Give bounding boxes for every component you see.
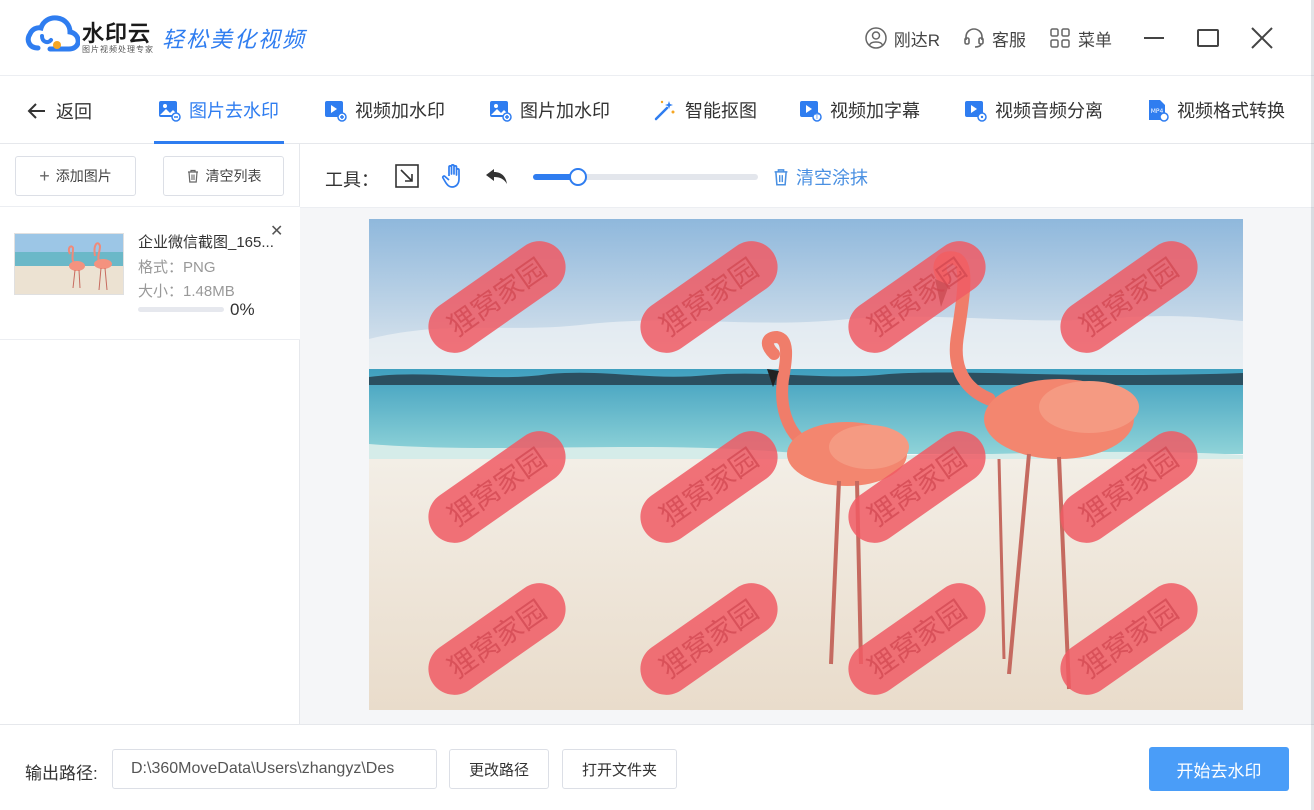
user-icon bbox=[864, 27, 887, 49]
editing-canvas[interactable]: 狸窝家园 狸窝家园 狸窝家园 狸窝家园 狸窝家园 狸窝家园 狸窝家园 狸窝家园 狸窝家园 狸窝家园… bbox=[300, 208, 1314, 724]
trash-icon bbox=[187, 169, 198, 183]
close-button[interactable] bbox=[1250, 26, 1274, 50]
progress-percent: 0% bbox=[230, 300, 255, 319]
clear-paint-button[interactable]: 清空涂抹 bbox=[772, 164, 868, 190]
brand-subtitle: 图片视频处理专家 bbox=[82, 45, 154, 54]
change-path-label: 更改路径 bbox=[468, 761, 529, 779]
app-window: 水印云 图片视频处理专家 轻松美化视频 刚达R 客服 菜单 返回 图片去水印 视… bbox=[0, 0, 1314, 810]
back-button[interactable]: 返回 bbox=[26, 98, 92, 124]
tab-image-add-watermark[interactable]: 图片加水印 bbox=[488, 96, 610, 124]
open-folder-button[interactable]: 打开文件夹 bbox=[562, 749, 677, 789]
video-audio-icon bbox=[965, 101, 987, 122]
arrow-left-icon bbox=[27, 103, 45, 119]
clear-list-label: 清空列表 bbox=[205, 168, 262, 184]
back-label: 返回 bbox=[56, 102, 92, 122]
title-bar-actions: 刚达R 客服 菜单 bbox=[842, 22, 1274, 54]
grid-menu-icon bbox=[1050, 28, 1070, 48]
clear-list-button[interactable]: 清空列表 bbox=[163, 156, 284, 196]
svg-text:T: T bbox=[814, 114, 819, 121]
open-folder-label: 打开文件夹 bbox=[581, 761, 657, 779]
add-image-button[interactable]: + 添加图片 bbox=[15, 156, 136, 196]
tab-label: 智能抠图 bbox=[685, 101, 757, 121]
start-remove-watermark-button[interactable]: 开始去水印 bbox=[1149, 747, 1289, 791]
cloud-logo-icon bbox=[25, 15, 80, 52]
mp4-file-icon: MP4 bbox=[1149, 100, 1169, 122]
output-path-label: 输出路径: bbox=[25, 764, 98, 783]
file-list-panel: + 添加图片 清空列表 ✕ 企业微信截图_165... 格式：PNG 大小：1.… bbox=[0, 144, 300, 724]
tab-label: 视频加水印 bbox=[355, 101, 445, 121]
customer-service[interactable]: 客服 bbox=[962, 26, 1026, 51]
brush-size-slider[interactable] bbox=[533, 168, 758, 186]
progress-bar bbox=[138, 307, 224, 312]
video-subtitle-icon: T bbox=[800, 101, 822, 122]
file-size: 大小：1.48MB bbox=[138, 283, 235, 300]
bottom-bar: 输出路径: D:\360MoveData\Users\zhangyz\Des 更… bbox=[0, 724, 1314, 810]
start-label: 开始去水印 bbox=[1176, 761, 1262, 781]
image-add-icon bbox=[490, 101, 512, 122]
output-path-field[interactable]: D:\360MoveData\Users\zhangyz\Des bbox=[112, 749, 437, 789]
tab-video-add-watermark[interactable]: 视频加水印 bbox=[323, 96, 445, 124]
video-add-icon bbox=[325, 101, 347, 122]
file-name: 企业微信截图_165... bbox=[138, 234, 274, 251]
tab-label: 图片加水印 bbox=[520, 101, 610, 121]
add-image-label: 添加图片 bbox=[55, 168, 112, 184]
tab-label: 图片去水印 bbox=[189, 101, 279, 121]
feature-tabs: 返回 图片去水印 视频加水印 图片加水印 智能抠图 T 视频加字幕 视频音频分离… bbox=[0, 76, 1314, 144]
service-label: 客服 bbox=[992, 30, 1026, 50]
tab-video-format-convert[interactable]: MP4 视频格式转换 bbox=[1145, 96, 1285, 124]
slider-handle[interactable] bbox=[569, 168, 587, 186]
minimize-icon bbox=[1144, 37, 1164, 39]
file-format: 格式：PNG bbox=[138, 259, 216, 276]
slogan: 轻松美化视频 bbox=[162, 28, 307, 53]
headset-icon bbox=[964, 28, 984, 48]
tab-smart-cutout[interactable]: 智能抠图 bbox=[653, 96, 757, 124]
menu-label: 菜单 bbox=[1078, 30, 1112, 50]
hand-drag-icon[interactable] bbox=[440, 162, 466, 190]
undo-icon[interactable] bbox=[484, 162, 510, 190]
trash-icon bbox=[774, 169, 788, 186]
user-account[interactable]: 刚达R bbox=[864, 26, 940, 51]
tab-label: 视频音频分离 bbox=[995, 101, 1103, 121]
tab-label: 视频加字幕 bbox=[830, 101, 920, 121]
preview-image[interactable]: 狸窝家园 狸窝家园 狸窝家园 狸窝家园 狸窝家园 狸窝家园 狸窝家园 狸窝家园 狸窝家园 狸窝家园… bbox=[369, 219, 1243, 710]
maximize-icon bbox=[1197, 29, 1219, 47]
select-region-icon[interactable] bbox=[394, 162, 420, 190]
tab-image-remove-watermark[interactable]: 图片去水印 bbox=[157, 96, 279, 124]
maximize-button[interactable] bbox=[1196, 26, 1220, 50]
tab-video-audio-split[interactable]: 视频音频分离 bbox=[963, 96, 1103, 124]
title-bar: 水印云 图片视频处理专家 轻松美化视频 刚达R 客服 菜单 bbox=[0, 0, 1314, 76]
file-thumbnail bbox=[14, 233, 124, 295]
user-name: 刚达R bbox=[893, 30, 940, 50]
tab-video-subtitle[interactable]: T 视频加字幕 bbox=[798, 96, 920, 124]
magic-wand-icon bbox=[654, 100, 675, 121]
plus-icon: + bbox=[39, 166, 50, 186]
minimize-button[interactable] bbox=[1142, 26, 1166, 50]
tool-label: 工具： bbox=[325, 170, 379, 190]
tab-label: 视频格式转换 bbox=[1177, 101, 1285, 121]
close-icon bbox=[1251, 27, 1273, 49]
menu-button[interactable]: 菜单 bbox=[1048, 26, 1112, 51]
list-item[interactable]: ✕ 企业微信截图_165... 格式：PNG 大小：1.48MB 0% bbox=[0, 207, 300, 340]
image-remove-icon bbox=[159, 101, 181, 122]
change-path-button[interactable]: 更改路径 bbox=[449, 749, 549, 789]
tool-bar: 工具： 清空涂抹 bbox=[300, 144, 1314, 208]
clear-paint-label: 清空涂抹 bbox=[796, 168, 868, 188]
